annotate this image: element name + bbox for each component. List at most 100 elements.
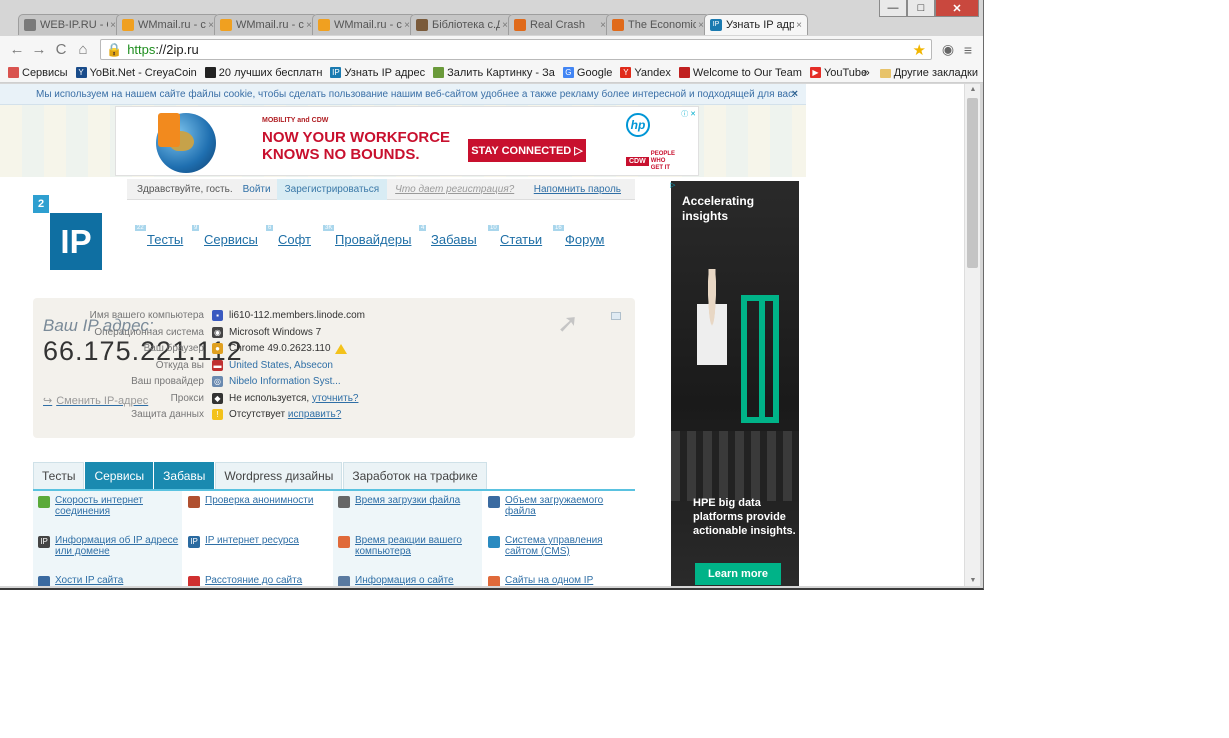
browser-tab[interactable]: WMmail.ru - ce × [214,14,318,35]
bookmark-favicon-icon: G [562,67,574,78]
bookmark-item[interactable]: Y YoBit.Net - CreyaCoin [75,67,197,79]
tab-title: WEB-IP.RU - Oп [40,19,108,31]
login-link[interactable]: Войти [243,184,271,195]
section-tab[interactable]: Wordpress дизайны [215,462,343,489]
back-button[interactable]: ← [6,41,28,58]
bookmark-item[interactable]: 20 лучших бесплатн [204,67,322,79]
cookie-close-icon[interactable]: × [792,88,798,100]
model-figure-graphic [697,269,727,429]
forward-button[interactable]: → [28,41,50,58]
service-link[interactable]: Информация о сайте [333,571,482,586]
bookmark-star-icon[interactable]: ★ [913,41,926,59]
address-bar[interactable]: 🔒 https ://2ip.ru ★ [100,39,932,60]
close-window-button[interactable]: ✕ [935,0,979,17]
service-link[interactable]: Хости IP сайта [33,571,182,586]
forgot-password-link[interactable]: Напомнить пароль [534,184,621,195]
ip-info-key: Защита данных [131,409,204,420]
tab-favicon-icon [220,19,232,31]
browser-tab[interactable]: Бібліотека с.Д × [410,14,514,35]
service-link[interactable]: Система управления сайтом (CMS) [483,531,632,571]
menu-badge: 10 [488,225,499,231]
url-scheme: https [127,42,156,57]
bookmark-item[interactable]: ▶ YouTube [809,67,867,79]
bookmark-item[interactable]: Сервисы [8,67,68,79]
stay-connected-button[interactable]: STAY CONNECTED ▷ [468,139,586,162]
tab-favicon-icon [514,19,526,31]
service-link[interactable]: Скорость интернет соединения [33,491,182,531]
menu-icon[interactable]: ≡ [958,42,978,58]
tab-close-icon[interactable]: × [796,20,802,31]
menu-item[interactable]: 22 Тесты [135,225,183,247]
bookmark-item[interactable]: Залить Картинку - За [433,67,555,79]
service-label: Сайты на одном IP [505,575,594,586]
menu-item[interactable]: 4 Забавы [419,225,477,247]
menu-label: Софт [278,232,311,247]
scroll-up-icon[interactable]: ▲ [965,86,981,93]
page-scrollbar[interactable]: ▲ ▼ [964,84,980,586]
scroll-down-icon[interactable]: ▼ [965,577,981,584]
learn-more-button[interactable]: Learn more [695,563,781,585]
section-tab[interactable]: Заработок на трафике [343,462,487,489]
menu-item[interactable]: 6 Софт [266,225,311,247]
section-tab[interactable]: Тесты [33,462,85,489]
browser-tab[interactable]: WMmail.ru - ce × [116,14,220,35]
browser-window: — □ ✕ WEB-IP.RU - Oп×WMmail.ru - ce×WMma… [0,0,984,590]
warning-icon [334,343,347,354]
service-link[interactable]: Сайты на одном IP [483,571,632,586]
service-label: Проверка анонимности [205,495,314,506]
toolbar: ← → C ⌂ 🔒 https ://2ip.ru ★ ◉ ≡ [0,36,983,63]
bookmark-item[interactable]: Y Yandex [620,67,671,79]
bookmark-favicon-icon [204,67,216,78]
extension-icon[interactable]: ◉ [938,41,958,58]
ad-headline: NOW YOUR WORKFORCE KNOWS NO BOUNDS. [262,129,451,163]
browser-tab[interactable]: Real Crash × [508,14,612,35]
register-link[interactable]: Зарегистрироваться [276,178,388,200]
ip-info-value: Chrome 49.0.2623.110 [229,343,331,354]
tab-title: WMmail.ru - ce [236,19,305,31]
side-adchoices-icon[interactable]: ▷ [670,181,675,189]
browser-tab[interactable]: WMmail.ru - ce × [312,14,416,35]
other-bookmarks[interactable]: Другие закладки [894,67,978,79]
minimize-button[interactable]: — [879,0,907,17]
menu-item[interactable]: 16 Форум [553,225,605,247]
section-tab[interactable]: Забавы [154,462,215,489]
service-link[interactable]: IP IP интернет ресурса [183,531,332,571]
folder-icon [879,68,891,78]
service-link[interactable]: Время реакции вашего компьютера [333,531,482,571]
menu-item[interactable]: 3K Провайдеры [323,225,411,247]
service-icon [188,496,200,508]
browser-tab[interactable]: IP Узнать IP адре × [704,14,808,35]
tab-title: The Economic [628,19,697,31]
service-link[interactable]: IP Информация об IP адресе или домене [33,531,182,571]
adchoices-icon[interactable]: ⓘ ✕ [681,109,696,119]
maximize-button[interactable]: □ [907,0,935,17]
scrollbar-thumb[interactable] [967,98,978,268]
service-icon: IP [38,536,50,548]
menu-item[interactable]: 10 Статьи [488,225,542,247]
more-bookmarks-button[interactable]: » [864,67,870,79]
bookmark-item[interactable]: IP Узнать IP адрес [330,67,425,79]
ip-info-action-link[interactable]: уточнить? [312,393,358,404]
service-link[interactable]: Расстояние до сайта [183,571,332,586]
bookmark-item[interactable]: Welcome to Our Team [678,66,802,79]
service-label: Время загрузки файла [355,495,461,506]
ip-info-row: Защита данных! Отсутствует исправить? [33,409,341,420]
bookmark-label: Welcome to Our Team [692,66,802,79]
service-link[interactable]: Время загрузки файла [333,491,482,531]
bookmark-item[interactable]: G Google [562,67,612,79]
why-register-link[interactable]: Что дает регистрация? [395,184,514,195]
reload-button[interactable]: C [50,41,72,58]
menu-item[interactable]: 9 Сервисы [192,225,258,247]
menu-badge: 6 [266,225,274,231]
section-tab[interactable]: Сервисы [85,462,154,489]
menu-badge: 22 [135,225,146,231]
browser-tab[interactable]: WEB-IP.RU - Oп× [18,14,122,35]
browser-tab[interactable]: The Economic × [606,14,710,35]
ip-info-action-link[interactable]: исправить? [288,409,341,420]
collapse-icon[interactable] [611,312,621,320]
home-button[interactable]: ⌂ [72,41,94,58]
service-link[interactable]: Объем загружаемого файла [483,491,632,531]
side-banner-ad[interactable]: Accelerating insights HPE big data platf… [671,181,799,586]
top-banner-ad[interactable]: MOBILITY and CDW NOW YOUR WORKFORCE KNOW… [115,106,699,176]
service-link[interactable]: Проверка анонимности [183,491,332,531]
